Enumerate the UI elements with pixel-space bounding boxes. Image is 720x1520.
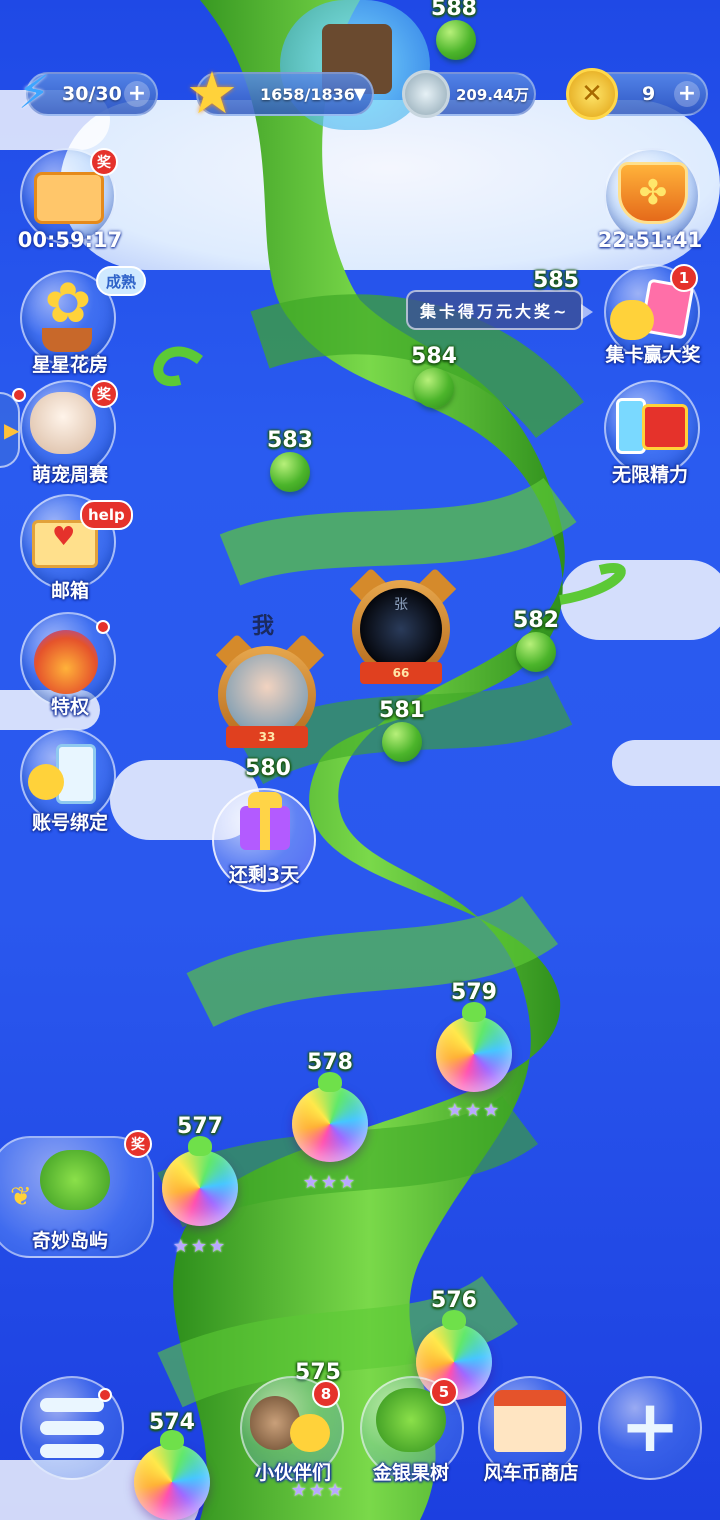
level-588-node[interactable]: [436, 20, 476, 60]
level-581-node[interactable]: [382, 722, 422, 762]
tree-icon: [40, 1150, 110, 1210]
coins-value: 209.44万: [456, 85, 529, 104]
friends-badge: 8: [312, 1380, 340, 1408]
mature-tag: 成熟: [96, 266, 147, 296]
level-579-stars: ★★★: [446, 1100, 502, 1121]
level-578-stars: ★★★: [302, 1172, 358, 1193]
level-584-node[interactable]: [414, 368, 454, 408]
level-584[interactable]: 584: [394, 344, 474, 369]
card-collect-label: 集卡赢大奖: [605, 344, 701, 366]
chick-icon: [28, 764, 64, 800]
shop-icon: [494, 1390, 566, 1452]
windmill-shop-label: 风车币商店: [483, 1462, 579, 1484]
gift-icon: [642, 404, 688, 450]
chick-friend-icon: [290, 1414, 330, 1452]
gold-plus-button[interactable]: +: [674, 81, 700, 107]
privilege-dot: [96, 620, 110, 634]
list-icon: [40, 1398, 104, 1458]
gold-value: 9: [642, 83, 656, 105]
level-577-node[interactable]: [162, 1136, 238, 1226]
privilege-label: 特权: [50, 696, 89, 718]
account-binding-label: 账号绑定: [31, 812, 108, 834]
gift-box-icon: [240, 792, 290, 850]
friend-name: 张: [394, 597, 408, 613]
gold-silver-tree-label: 金银果树: [372, 1462, 449, 1484]
friend-avatar-photo: 张: [360, 588, 442, 670]
island-reward-badge: 奖: [124, 1130, 152, 1158]
level-578-node[interactable]: [292, 1072, 368, 1162]
energy-plus-button[interactable]: +: [124, 81, 150, 107]
game-stage: 30/30 + ⚡ 1658/1836 ▼ ★ 209.44万 9 + ✕ 奖 …: [0, 0, 720, 1520]
id-card-timer: 00:59:17: [17, 228, 123, 252]
level-580[interactable]: 580: [228, 756, 308, 781]
level-574-node[interactable]: [134, 1430, 210, 1520]
cat-icon: [30, 392, 96, 454]
menu-dot: [98, 1388, 112, 1402]
star-flower-house-label: 星星花房: [31, 354, 108, 376]
plus-icon: +: [619, 1384, 681, 1468]
tree-badge: 5: [430, 1378, 458, 1406]
pet-reward-badge: 奖: [90, 380, 118, 408]
mailbox-label: 邮箱: [50, 580, 89, 602]
chevron-down-icon[interactable]: ▼: [354, 84, 366, 103]
me-avatar-photo: [226, 654, 308, 736]
flower-icon: ✿: [44, 271, 92, 336]
flower-pot-icon: [42, 328, 92, 352]
level-582-node[interactable]: [516, 632, 556, 672]
reward-badge: 奖: [90, 148, 118, 176]
gold-coin-icon: ✕: [566, 68, 618, 120]
level-579-node[interactable]: [436, 1002, 512, 1092]
level-577-stars: ★★★: [172, 1236, 228, 1257]
level-583-node[interactable]: [270, 452, 310, 492]
chick-card-icon: [610, 300, 654, 340]
stars-value: 1658/1836: [260, 84, 355, 104]
me-level-ribbon: 33: [226, 726, 308, 748]
help-badge: help: [80, 500, 133, 530]
energy-value: 30/30: [62, 83, 122, 105]
expand-dot: [12, 388, 26, 402]
silver-coin-icon: [402, 70, 450, 118]
rank-timer: 22:51:41: [597, 228, 703, 252]
level-582[interactable]: 582: [496, 608, 576, 633]
heart-icon: ♥: [52, 522, 76, 552]
gift-countdown-label: 还剩3天: [228, 864, 300, 886]
me-label: 我: [252, 614, 275, 639]
id-card-icon: [34, 172, 104, 224]
card-hint-tooltip: 集卡得万元大奖~: [406, 290, 594, 330]
butterfly-icon: ❦: [10, 1182, 32, 1212]
lightning-icon: ⚡: [17, 65, 51, 119]
chevron-right-icon: ▶: [4, 418, 20, 442]
level-581[interactable]: 581: [362, 698, 442, 723]
friend-level-ribbon: 66: [360, 662, 442, 684]
level-585[interactable]: 585: [516, 268, 596, 293]
level-583[interactable]: 583: [250, 428, 330, 453]
star-icon: ★: [186, 59, 238, 127]
pet-weekly-label: 萌宠周赛: [31, 464, 108, 486]
island-label: 奇妙岛屿: [31, 1230, 108, 1252]
card-badge: 1: [670, 264, 698, 292]
unlimited-energy-label: 无限精力: [611, 464, 688, 486]
level-588[interactable]: 588: [414, 0, 494, 21]
trophy-badge-icon: ✤: [618, 162, 688, 224]
owl-icon: [34, 630, 98, 694]
